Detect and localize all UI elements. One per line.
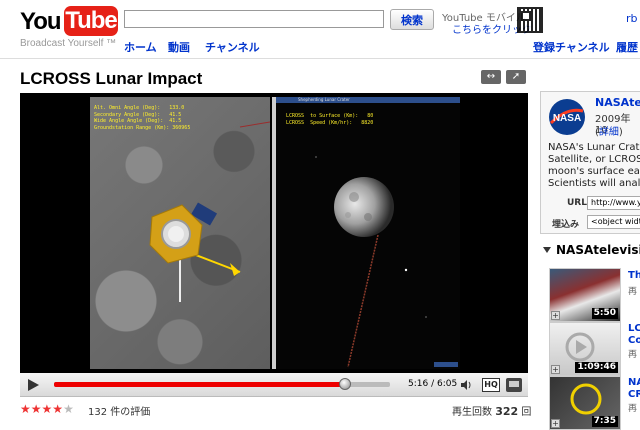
qr-code-icon xyxy=(517,7,543,33)
channel-name[interactable]: NASAtelevi xyxy=(595,96,640,109)
progress-bar[interactable] xyxy=(54,378,390,390)
star-icon[interactable]: ★ xyxy=(52,402,63,416)
nav-channels[interactable]: チャンネル xyxy=(205,39,260,55)
hq-button[interactable]: HQ xyxy=(482,378,500,392)
related-video-views: 再 xyxy=(628,287,638,297)
search-input[interactable] xyxy=(124,10,384,28)
star-icon[interactable]: ★ xyxy=(42,402,53,416)
fullscreen-icon[interactable] xyxy=(506,378,522,392)
popout-player-button[interactable]: ➚ xyxy=(506,70,526,84)
search-button[interactable]: 検索 xyxy=(390,9,434,30)
progress-handle[interactable] xyxy=(338,378,351,390)
tagline: Broadcast Yourself ™ xyxy=(20,38,117,49)
video-frame-lunar-surface: Alt. Omni Angle (Deg): 133.0 Secondary A… xyxy=(90,97,270,369)
video-duration: 1:09:46 xyxy=(575,362,618,373)
progress-fill xyxy=(54,382,345,387)
nasa-logo-icon[interactable]: NASA xyxy=(547,97,587,137)
nav-history[interactable]: 履歴 xyxy=(616,39,638,55)
more-from-channel-heading[interactable]: NASAtelevisio xyxy=(556,243,640,257)
rating-count: 132 件の評価 xyxy=(88,407,151,418)
video-title: LCROSS Lunar Impact xyxy=(20,69,203,88)
expand-player-button[interactable]: ↔ xyxy=(481,70,501,84)
related-video-thumbnail[interactable]: 1:09:46 + xyxy=(549,322,621,376)
add-to-quicklist-icon[interactable]: + xyxy=(551,311,560,320)
view-count-number: 322 xyxy=(495,405,519,418)
add-to-quicklist-icon[interactable]: + xyxy=(551,419,560,428)
youtube-logo[interactable]: You Tube xyxy=(20,6,118,36)
related-video-title[interactable]: Co xyxy=(628,335,640,346)
embed-label: 埋込み xyxy=(552,220,580,230)
nav-subscriptions[interactable]: 登録チャンネル xyxy=(533,39,610,55)
description-line: Satellite, or LCROSS, xyxy=(548,154,640,165)
time-readout: 5:16 / 6:05 xyxy=(408,379,458,389)
related-video-views: 再 xyxy=(628,350,638,360)
description-line: Scientists will analyz xyxy=(548,178,640,189)
related-video-views: 再 xyxy=(628,404,638,414)
embed-code-field[interactable]: <object width xyxy=(587,215,640,229)
video-duration: 5:50 xyxy=(591,308,618,319)
details-link[interactable]: 詳細 xyxy=(599,127,619,138)
star-icon[interactable]: ★ xyxy=(31,402,42,416)
related-video-title[interactable]: CR xyxy=(628,389,640,400)
video-player[interactable]: Alt. Omni Angle (Deg): 133.0 Secondary A… xyxy=(20,93,528,373)
description-line: moon's surface early xyxy=(548,166,640,177)
url-field[interactable]: http://www.yo xyxy=(587,196,640,210)
lcross-spacecraft-graphic xyxy=(149,121,270,302)
related-video-title[interactable]: Th xyxy=(628,270,640,281)
star-rating[interactable]: ★★★★★ xyxy=(20,402,74,416)
view-count: 再生回数 322 回 xyxy=(452,405,532,418)
nav-videos[interactable]: 動画 xyxy=(168,39,190,55)
moon-view-status-bar xyxy=(434,362,458,367)
related-video-title[interactable]: NA xyxy=(628,377,640,388)
add-to-quicklist-icon[interactable]: + xyxy=(551,365,560,374)
user-link[interactable]: rb xyxy=(626,12,638,25)
svg-text:NASA: NASA xyxy=(553,113,581,124)
related-video-title[interactable]: LC xyxy=(628,323,640,334)
related-video-thumbnail[interactable]: 7:35 + xyxy=(549,376,621,430)
volume-icon[interactable] xyxy=(460,379,472,391)
collapse-triangle-icon[interactable] xyxy=(543,247,551,253)
nav-home[interactable]: ホーム xyxy=(124,39,157,55)
logo-tube-text: Tube xyxy=(64,6,118,36)
header-divider xyxy=(0,58,640,59)
detail-link: (詳細) xyxy=(595,127,623,138)
moon-graphic xyxy=(315,156,427,368)
description-line: NASA's Lunar Crater xyxy=(548,142,640,153)
logo-you-text: You xyxy=(20,8,62,35)
video-frame-moon-view: Shepherding Lunar Crater LCROSS to Surfa… xyxy=(276,97,460,369)
url-label: URL xyxy=(567,198,587,208)
player-controls: 5:16 / 6:05 HQ xyxy=(20,373,528,397)
star-icon[interactable]: ★ xyxy=(63,402,74,416)
star-icon[interactable]: ★ xyxy=(20,402,31,416)
play-icon[interactable] xyxy=(28,379,39,391)
related-video-thumbnail[interactable]: 5:50 + xyxy=(549,268,621,322)
